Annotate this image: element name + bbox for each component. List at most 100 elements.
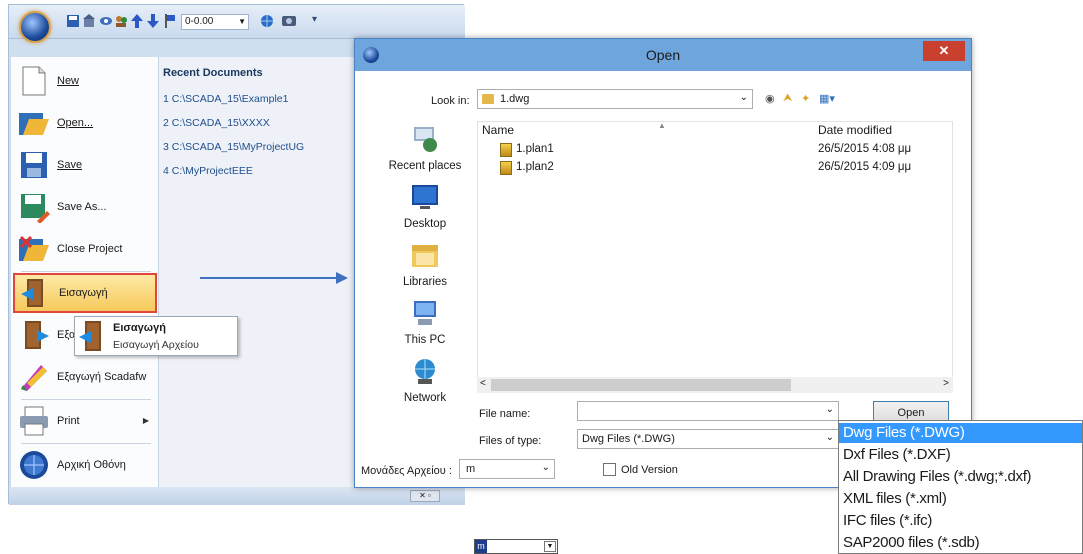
- menu-item-new[interactable]: New: [13, 61, 157, 101]
- places-bar: Recent places Desktop Libraries This PC …: [375, 121, 475, 411]
- close-button[interactable]: ✕: [923, 41, 965, 61]
- building-icon[interactable]: [83, 14, 95, 28]
- submenu-arrow-icon: ▶: [142, 416, 149, 425]
- menu-label-new: New: [57, 75, 80, 87]
- place-desktop[interactable]: Desktop: [375, 183, 475, 230]
- chevron-down-icon[interactable]: ▼: [238, 15, 246, 29]
- globe-icon[interactable]: [259, 14, 275, 28]
- place-label: Recent places: [388, 160, 462, 172]
- old-version-label: Old Version: [621, 464, 678, 476]
- back-icon[interactable]: ◉: [765, 92, 775, 105]
- menu-label-save-as: Save As...: [57, 201, 107, 213]
- file-name-input[interactable]: ⌄: [577, 401, 839, 421]
- place-this-pc[interactable]: This PC: [375, 299, 475, 346]
- file-type-option[interactable]: XML files (*.xml): [839, 489, 1082, 509]
- units-select[interactable]: m ⌄: [459, 459, 555, 479]
- menu-commands: New Open... Save Save As... Close Projec…: [11, 57, 159, 487]
- recent-document-item[interactable]: 1 C:\SCADA_15\Example1: [163, 93, 288, 105]
- save-as-icon: [21, 194, 50, 223]
- chevron-down-icon[interactable]: ⌄: [542, 462, 550, 473]
- menu-item-open[interactable]: Open...: [13, 103, 157, 143]
- menu-item-print[interactable]: Print ▶: [13, 401, 157, 441]
- place-network[interactable]: Network: [375, 357, 475, 404]
- column-header-date[interactable]: Date modified: [818, 123, 892, 137]
- look-in-value: 1.dwg: [500, 93, 530, 105]
- file-name-label: File name:: [479, 408, 531, 420]
- place-recent-places[interactable]: Recent places: [375, 125, 475, 172]
- save-icon[interactable]: [67, 14, 79, 28]
- chevron-down-icon[interactable]: ⌄: [826, 432, 834, 443]
- menu-separator: [21, 399, 151, 400]
- new-document-icon: [22, 66, 46, 96]
- menu-item-close-project[interactable]: Close Project: [13, 229, 157, 269]
- arrow-down-icon[interactable]: [147, 14, 159, 28]
- recent-document-item[interactable]: 2 C:\SCADA_15\XXXX: [163, 117, 270, 129]
- menu-label-close-project: Close Project: [57, 243, 123, 255]
- application-button[interactable]: [19, 11, 51, 43]
- place-label: Desktop: [403, 218, 447, 230]
- recent-document-item[interactable]: 4 C:\MyProjectEEE: [163, 165, 253, 177]
- file-type-option[interactable]: Dxf Files (*.DXF): [839, 445, 1082, 465]
- menu-item-save[interactable]: Save: [13, 145, 157, 185]
- horizontal-scrollbar[interactable]: < >: [477, 377, 953, 393]
- menu-label-print: Print: [57, 415, 80, 427]
- arrow-up-icon[interactable]: [131, 14, 143, 28]
- file-type-option[interactable]: All Drawing Files (*.dwg;*.dxf): [839, 467, 1082, 487]
- network-icon: [415, 359, 435, 384]
- customize-toolbar-button[interactable]: ▾: [312, 14, 317, 25]
- file-type-option[interactable]: Dwg Files (*.DWG): [839, 423, 1082, 443]
- file-date: 26/5/2015 4:09 μμ: [818, 161, 912, 173]
- look-in-combobox[interactable]: 1.dwg ⌄: [477, 89, 753, 109]
- menu-separator: [21, 271, 151, 272]
- libraries-icon: [412, 245, 438, 267]
- view-icon[interactable]: [100, 14, 112, 28]
- dialog-title-bar: Open ✕: [355, 39, 971, 71]
- flag-icon[interactable]: [164, 14, 176, 28]
- column-header-name[interactable]: Name: [482, 123, 514, 137]
- image-icon[interactable]: [281, 14, 297, 28]
- scroll-right-icon[interactable]: >: [943, 378, 949, 389]
- file-type-dropdown-list: Dwg Files (*.DWG) Dxf Files (*.DXF) All …: [838, 420, 1083, 554]
- place-label: Libraries: [402, 276, 448, 288]
- open-folder-icon: [19, 113, 49, 135]
- menu-label-export-scadafw: Εξαγωγή Scadafw: [57, 371, 147, 383]
- scrollbar-thumb[interactable]: [491, 379, 791, 391]
- place-libraries[interactable]: Libraries: [375, 241, 475, 288]
- zoom-value: 0-0.00: [185, 16, 214, 27]
- view-menu-icon[interactable]: ▦▾: [819, 92, 835, 105]
- file-list: Name ▲ Date modified 1.plan1 26/5/2015 4…: [477, 121, 953, 391]
- scroll-left-icon[interactable]: <: [480, 378, 486, 389]
- flow-arrow-icon: [200, 272, 348, 284]
- file-row[interactable]: 1.plan1 26/5/2015 4:08 μμ: [478, 142, 952, 158]
- people-icon[interactable]: [115, 14, 127, 28]
- chevron-down-icon[interactable]: ▼: [544, 541, 556, 552]
- place-label: Network: [403, 392, 447, 404]
- menu-item-export-scadafw[interactable]: Εξαγωγή Scadafw: [13, 357, 157, 397]
- new-folder-icon[interactable]: ✦: [801, 92, 810, 105]
- chevron-down-icon[interactable]: ⌄: [740, 92, 748, 103]
- folder-icon: [482, 94, 494, 104]
- menu-separator: [21, 443, 151, 444]
- file-type-option[interactable]: SAP2000 files (*.sdb): [839, 533, 1082, 553]
- close-project-icon: [19, 235, 49, 261]
- menu-item-import[interactable]: Εισαγωγή: [13, 273, 157, 313]
- menu-item-home-screen[interactable]: Αρχική Οθόνη: [13, 445, 157, 485]
- file-type-option[interactable]: IFC files (*.ifc): [839, 511, 1082, 531]
- menu-item-save-as[interactable]: Save As...: [13, 187, 157, 227]
- recent-document-item[interactable]: 3 C:\SCADA_15\MyProjectUG: [163, 141, 304, 153]
- file-type-select[interactable]: Dwg Files (*.DWG) ⌄: [577, 429, 839, 449]
- file-name: 1.plan2: [516, 161, 554, 173]
- recent-places-icon: [414, 127, 437, 152]
- menu-label-import: Εισαγωγή: [59, 287, 108, 299]
- save-icon: [21, 152, 47, 178]
- old-version-checkbox[interactable]: [603, 463, 616, 476]
- footer-button[interactable]: ✕ ▫: [410, 490, 440, 502]
- chevron-down-icon[interactable]: ⌄: [826, 404, 834, 415]
- zoom-combobox[interactable]: 0-0.00 ▼: [181, 14, 249, 30]
- printer-icon: [20, 406, 48, 436]
- file-row[interactable]: 1.plan2 26/5/2015 4:09 μμ: [478, 160, 952, 176]
- tooltip-title: Εισαγωγή: [113, 322, 166, 334]
- place-label: This PC: [404, 334, 446, 346]
- up-folder-icon[interactable]: ⮝: [783, 92, 792, 105]
- mini-units-select[interactable]: m ▼: [474, 539, 558, 554]
